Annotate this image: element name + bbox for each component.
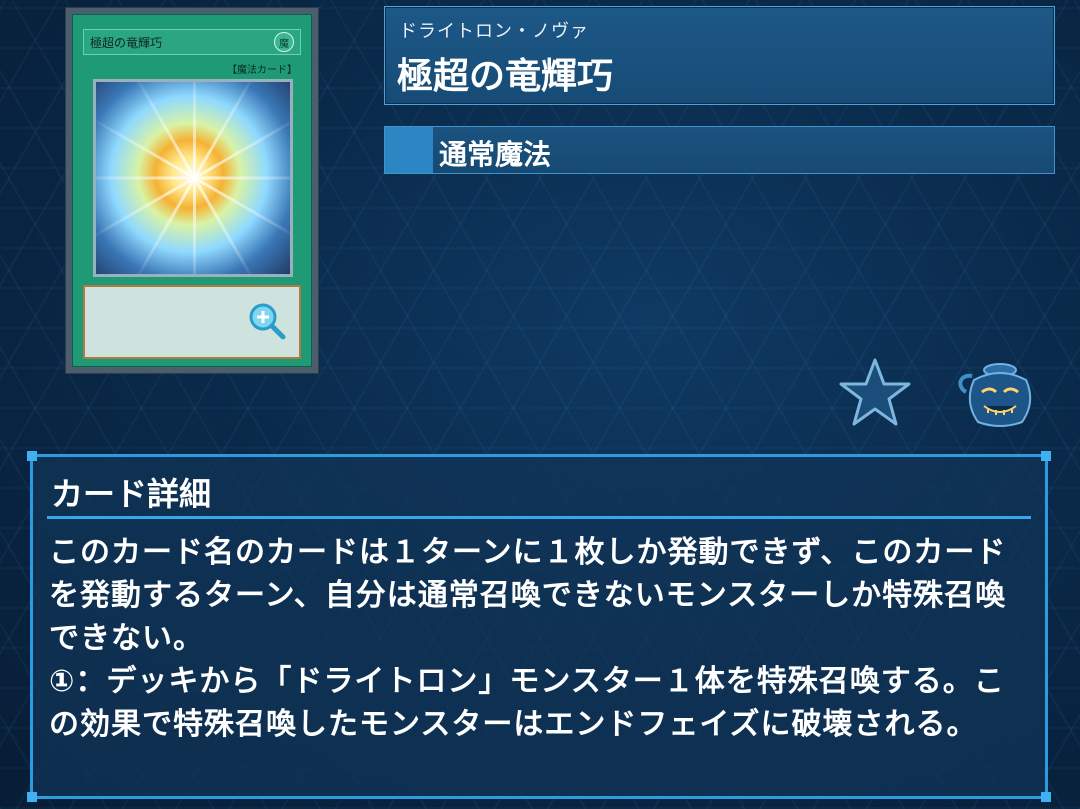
card-type: 通常魔法	[439, 138, 552, 171]
card-effect-text: このカード名のカードは１ターンに１枚しか発動できず、このカードを発動するターン、…	[49, 535, 1007, 742]
pot-button[interactable]	[952, 358, 1038, 430]
card-image-text-box	[83, 285, 301, 359]
spell-attribute-icon: 魔	[274, 32, 294, 52]
zoom-in-icon[interactable]	[247, 301, 287, 341]
card-image-name-box: 極超の竜輝巧 魔	[83, 29, 301, 55]
card-name: 極超の竜輝巧	[397, 56, 614, 97]
type-color-swatch	[385, 127, 433, 173]
card-image[interactable]: 極超の竜輝巧 魔 【魔法カード】	[66, 8, 318, 373]
detail-divider	[47, 516, 1031, 519]
card-type-panel: 通常魔法	[384, 126, 1055, 174]
card-artwork	[93, 79, 293, 277]
card-name-panel: ドライトロン・ノヴァ 極超の竜輝巧	[384, 6, 1055, 105]
pot-of-greed-icon	[958, 363, 1032, 427]
card-image-type: 【魔法カード】	[227, 65, 297, 76]
card-name-ruby: ドライトロン・ノヴァ	[399, 21, 589, 42]
panel-corner	[1041, 451, 1051, 461]
card-image-name: 極超の竜輝巧	[90, 35, 163, 50]
detail-title: カード詳細	[51, 475, 212, 513]
panel-corner	[27, 792, 37, 802]
panel-corner	[27, 451, 37, 461]
card-face: 極超の竜輝巧 魔 【魔法カード】	[72, 14, 312, 367]
star-icon	[839, 358, 911, 426]
card-detail-panel: カード詳細 このカード名のカードは１ターンに１枚しか発動できず、このカードを発動…	[27, 451, 1051, 802]
favorite-button[interactable]	[838, 356, 912, 430]
panel-corner	[1041, 792, 1051, 802]
